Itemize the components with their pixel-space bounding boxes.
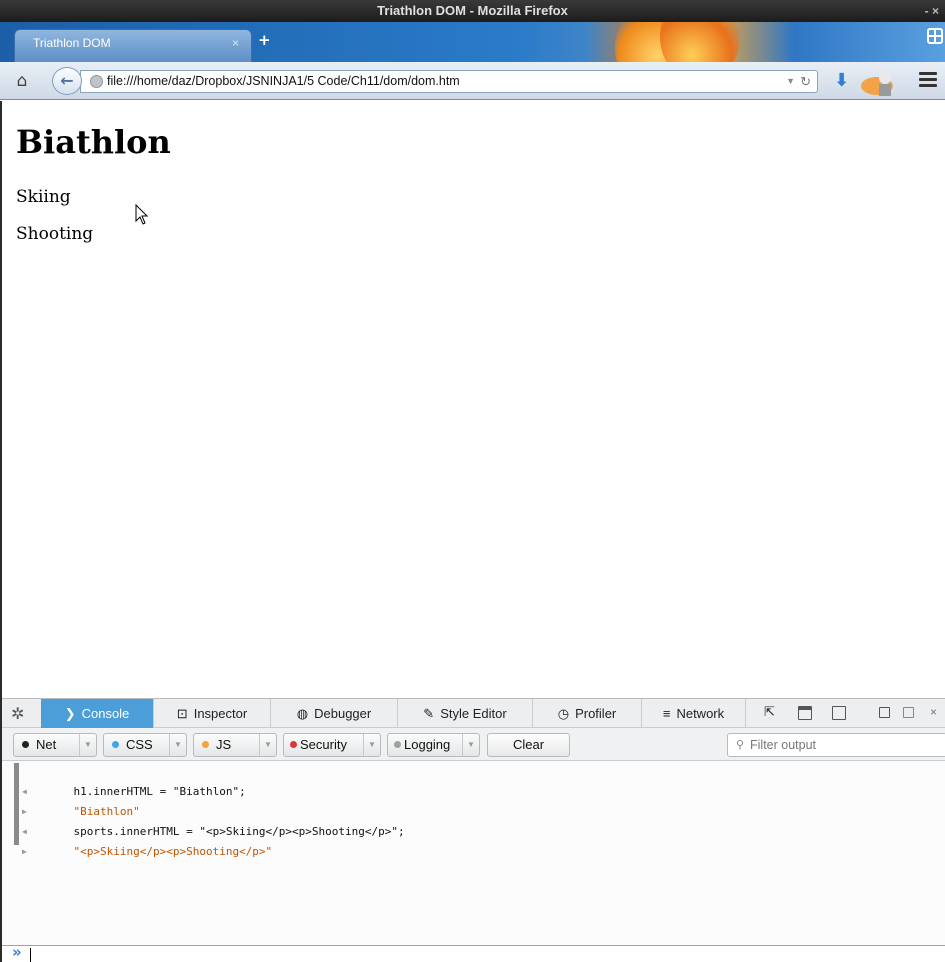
security-dot-icon [290,741,297,749]
filter-label: Net [36,737,57,752]
page-heading: Biathlon [16,123,171,161]
chevron-down-icon[interactable]: ▼ [462,734,479,756]
text-caret [30,948,31,962]
input-arrow-icon: ◀ [22,827,27,836]
tab-style-editor[interactable]: ✎ Style Editor [398,699,533,728]
prompt-icon: » [12,943,22,961]
url-bar[interactable]: file:///home/daz/Dropbox/JSNINJA1/5 Code… [80,70,818,93]
console-input[interactable]: » [0,943,945,962]
tab-debugger[interactable]: ◍ Debugger [271,699,398,728]
console-input-line[interactable]: ◀ sports.innerHTML = "<p>Skiing</p><p>Sho… [22,802,405,838]
gear-icon[interactable]: ✲ [11,704,24,724]
tab-label: Inspector [193,706,248,721]
menu-icon[interactable] [919,72,937,90]
home-icon[interactable]: ⌂ [12,71,32,91]
style-editor-icon: ✎ [423,706,435,721]
filter-label: Logging [404,737,451,752]
firefox-mascot-icon [861,72,893,96]
chevron-down-icon[interactable]: ▼ [79,734,96,756]
tab-inspector[interactable]: ⊡ Inspector [154,699,271,728]
result-arrow-icon: ▶ [22,807,27,816]
window-title: Triathlon DOM - Mozilla Firefox [377,3,568,18]
tab-network[interactable]: ≡ Network [642,699,746,728]
tab-triathlon-dom[interactable]: Triathlon DOM × [14,29,252,62]
console-icon: ❯ [64,706,76,721]
log-text: "<p>Skiing</p><p>Shooting</p>" [73,845,273,858]
paragraph-skiing: Skiing [16,187,71,207]
log-group-marker [14,763,19,845]
net-dot-icon [22,741,29,749]
tab-label: Profiler [575,706,617,721]
tab-label: Network [676,706,725,721]
chevron-down-icon[interactable]: ▼ [169,734,186,756]
new-tab-button[interactable]: + [258,31,271,49]
navigation-toolbar: ⌂ file:///home/daz/Dropbox/JSNINJA1/5 Co… [0,62,945,100]
split-console-icon[interactable] [798,706,812,720]
tab-label: Console [81,706,130,721]
tab-groups-icon[interactable] [927,28,943,44]
paragraph-shooting: Shooting [16,224,94,244]
tab-label: Style Editor [440,706,507,721]
search-icon: ⚲ [736,739,745,751]
network-icon: ≡ [662,706,671,721]
filter-net-button[interactable]: Net ▼ [13,733,97,757]
tab-label: Triathlon DOM [33,36,111,50]
devtools-toolbar: ✲ ❯ Console ⊡ Inspector ◍ Debugger ✎ Style E… [0,698,945,728]
window-controls[interactable]: - × [925,0,939,22]
pick-element-icon[interactable]: ⇱ [764,704,778,719]
window-frame-left [0,101,2,962]
filter-output-input[interactable]: ⚲ Filter output [727,733,945,757]
filter-security-button[interactable]: Security ▼ [283,733,381,757]
console-result-line[interactable]: ▶ "Biathlon" [22,782,140,818]
filter-label: Security [300,737,347,752]
filter-label: CSS [126,737,153,752]
undock-icon[interactable] [903,707,914,718]
window-titlebar: Triathlon DOM - Mozilla Firefox - × [0,0,945,22]
chevron-down-icon[interactable]: ▼ [363,734,380,756]
url-text: file:///home/daz/Dropbox/JSNINJA1/5 Code… [107,74,460,88]
back-button[interactable]: ← [52,67,82,95]
profiler-icon: ◷ [557,706,570,721]
filter-logging-button[interactable]: Logging ▼ [387,733,480,757]
console-result-line[interactable]: ▶ "<p>Skiing</p><p>Shooting</p>" [22,822,272,858]
logging-dot-icon [394,741,401,749]
console-output: ◀ h1.innerHTML = "Biathlon"; ▶ "Biathlon" … [0,761,945,945]
chevron-down-icon[interactable]: ▼ [259,734,276,756]
js-dot-icon [202,741,209,749]
close-icon[interactable]: × [232,36,239,50]
tab-strip: Triathlon DOM × + [0,22,945,62]
firefox-flame-decoration [660,22,740,62]
debugger-icon: ◍ [296,706,309,721]
inspector-icon: ⊡ [176,706,188,721]
page-content: Biathlon Skiing Shooting [0,101,945,698]
responsive-mode-icon[interactable] [832,706,846,720]
tab-profiler[interactable]: ◷ Profiler [533,699,642,728]
result-arrow-icon: ▶ [22,847,27,856]
reload-icon[interactable]: ↻ [800,71,811,92]
close-icon[interactable]: × [930,705,937,719]
filter-label: JS [216,737,232,752]
globe-icon [90,75,103,88]
console-input-line[interactable]: ◀ h1.innerHTML = "Biathlon"; [22,762,246,798]
filter-placeholder: Filter output [750,738,817,752]
mouse-cursor-icon [135,204,149,225]
back-icon: ← [60,71,74,90]
console-filter-bar: Net ▼ CSS ▼ JS ▼ Security ▼ Logging ▼ Cl… [0,728,945,761]
clear-button[interactable]: Clear [487,733,570,757]
filter-css-button[interactable]: CSS ▼ [103,733,187,757]
download-icon[interactable]: ⬇ [834,70,849,91]
dropdown-icon[interactable]: ▼ [786,71,795,92]
filter-js-button[interactable]: JS ▼ [193,733,277,757]
dock-side-icon[interactable] [879,707,890,718]
tab-console[interactable]: ❯ Console [41,699,154,728]
tab-label: Debugger [314,706,372,721]
css-dot-icon [112,741,119,749]
input-arrow-icon: ◀ [22,787,27,796]
